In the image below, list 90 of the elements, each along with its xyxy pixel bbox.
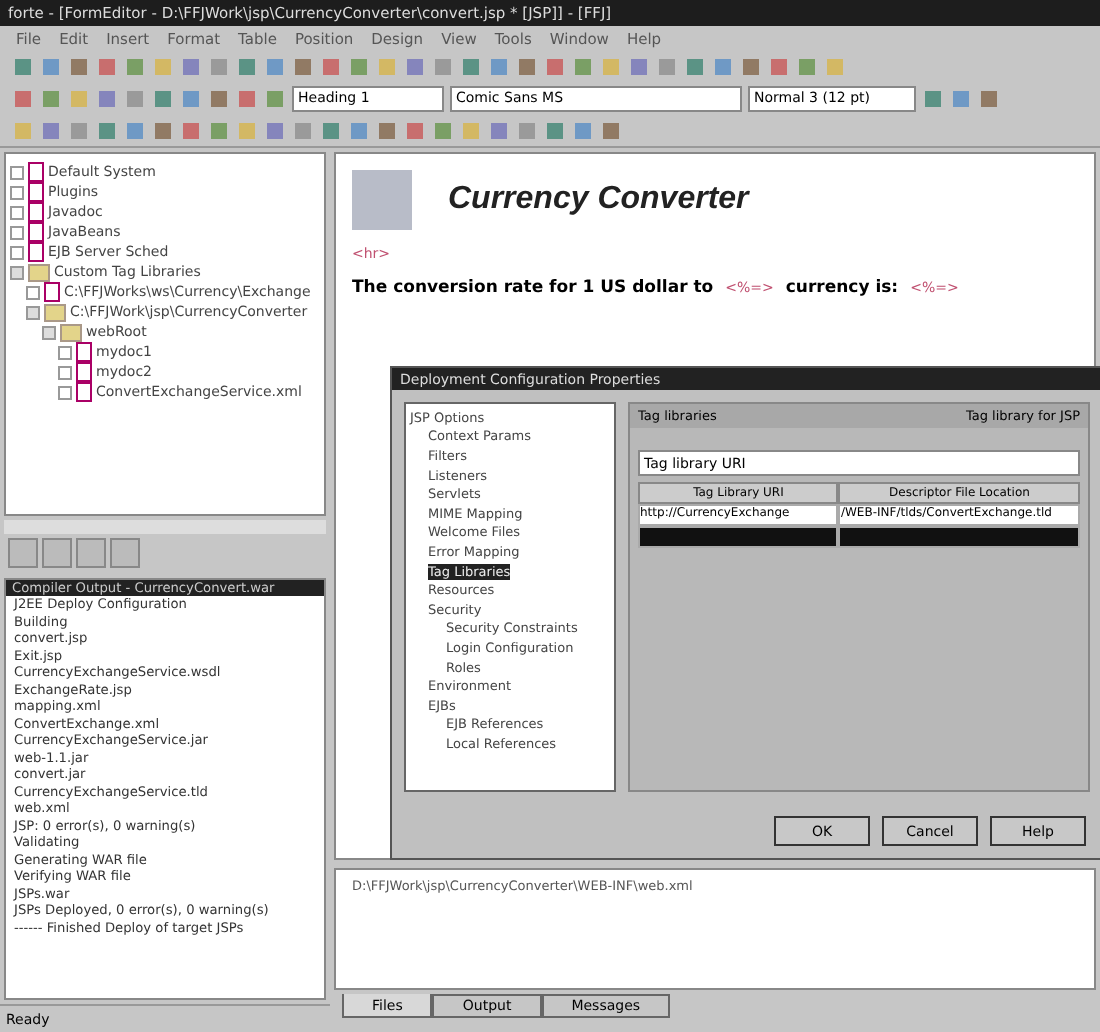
toolbar-icon[interactable] xyxy=(320,119,342,141)
folder-icon xyxy=(44,303,66,321)
image-placeholder xyxy=(352,170,412,230)
folder-icon xyxy=(60,323,82,341)
toolbar-icon[interactable] xyxy=(516,119,538,141)
toolbar-icon[interactable] xyxy=(208,87,230,109)
expander-icon[interactable] xyxy=(26,305,40,319)
toolbar-icon[interactable] xyxy=(40,87,62,109)
expander-icon[interactable] xyxy=(26,285,40,299)
panel-tab-icon[interactable] xyxy=(76,538,106,568)
toolbar-icon[interactable] xyxy=(628,55,650,77)
toolbar-icon[interactable] xyxy=(152,55,174,77)
expander-icon[interactable] xyxy=(10,265,24,279)
toolbar-icon[interactable] xyxy=(236,87,258,109)
toolbar-icon[interactable] xyxy=(180,119,202,141)
toolbar-icon[interactable] xyxy=(152,87,174,109)
toolbar-icon[interactable] xyxy=(404,119,426,141)
toolbar-icon[interactable] xyxy=(264,87,286,109)
toolbar-icon[interactable] xyxy=(124,87,146,109)
toolbar-icon[interactable] xyxy=(950,87,972,109)
table-cell[interactable] xyxy=(638,526,839,548)
toolbar-icon[interactable] xyxy=(768,55,790,77)
toolbar-icon[interactable] xyxy=(572,55,594,77)
toolbar-icon[interactable] xyxy=(684,55,706,77)
toolbar-icon[interactable] xyxy=(600,55,622,77)
toolbar-icon[interactable] xyxy=(460,119,482,141)
toolbar-icon[interactable] xyxy=(12,87,34,109)
toolbar-icon[interactable] xyxy=(376,55,398,77)
toolbar-icon[interactable] xyxy=(572,119,594,141)
expander-icon[interactable] xyxy=(10,245,24,259)
toolbar-icon[interactable] xyxy=(12,119,34,141)
panel-tab-icon[interactable] xyxy=(8,538,38,568)
toolbar-icon[interactable] xyxy=(320,55,342,77)
toolbar-icon[interactable] xyxy=(292,119,314,141)
toolbar-icon[interactable] xyxy=(236,55,258,77)
folder-icon xyxy=(28,263,50,281)
table-cell[interactable] xyxy=(838,526,1080,548)
toolbar-icon[interactable] xyxy=(922,87,944,109)
toolbar-icon[interactable] xyxy=(96,119,118,141)
toolbar-icon[interactable] xyxy=(656,55,678,77)
toolbar-icon[interactable] xyxy=(292,55,314,77)
toolbar-icon[interactable] xyxy=(12,55,34,77)
toolbar-icon[interactable] xyxy=(40,119,62,141)
toolbar-icon[interactable] xyxy=(544,55,566,77)
toolbar-icon[interactable] xyxy=(208,119,230,141)
toolbar-icon[interactable] xyxy=(460,55,482,77)
toolbar-icon[interactable] xyxy=(488,55,510,77)
sentence-text: The conversion rate for 1 US dollar to xyxy=(352,278,714,298)
expander-icon[interactable] xyxy=(58,385,72,399)
panel-tab-icon[interactable] xyxy=(110,538,140,568)
toolbar-icon[interactable] xyxy=(544,119,566,141)
toolbar-icon[interactable] xyxy=(376,119,398,141)
sentence-text: currency is: xyxy=(785,278,899,298)
expander-icon[interactable] xyxy=(58,345,72,359)
toolbar-icon[interactable] xyxy=(124,55,146,77)
toolbar-icon[interactable] xyxy=(152,119,174,141)
expander-icon[interactable] xyxy=(58,365,72,379)
toolbar-icon[interactable] xyxy=(208,55,230,77)
toolbar-icon[interactable] xyxy=(180,55,202,77)
expander-icon[interactable] xyxy=(10,165,24,179)
toolbar-icon[interactable] xyxy=(712,55,734,77)
toolbar-icon[interactable] xyxy=(236,119,258,141)
toolbar-icon[interactable] xyxy=(40,55,62,77)
toolbar-icon[interactable] xyxy=(96,55,118,77)
page-heading: Currency Converter xyxy=(448,182,749,218)
toolbar-icon[interactable] xyxy=(68,55,90,77)
toolbar-icon[interactable] xyxy=(124,119,146,141)
panel-tab-icon[interactable] xyxy=(42,538,72,568)
toolbar-icon[interactable] xyxy=(824,55,846,77)
expander-icon[interactable] xyxy=(10,185,24,199)
toolbar-icon[interactable] xyxy=(432,55,454,77)
toolbar-icon[interactable] xyxy=(516,55,538,77)
toolbar-icon[interactable] xyxy=(404,55,426,77)
toolbar-icon[interactable] xyxy=(348,119,370,141)
toolbar-icon[interactable] xyxy=(68,87,90,109)
toolbar-icon[interactable] xyxy=(96,87,118,109)
toolbar-icon[interactable] xyxy=(432,119,454,141)
toolbar-icon[interactable] xyxy=(348,55,370,77)
toolbar-icon[interactable] xyxy=(796,55,818,77)
toolbar-icon[interactable] xyxy=(180,87,202,109)
toolbar-icon[interactable] xyxy=(488,119,510,141)
expander-icon[interactable] xyxy=(10,225,24,239)
toolbar-icon[interactable] xyxy=(68,119,90,141)
expander-icon[interactable] xyxy=(10,205,24,219)
expander-icon[interactable] xyxy=(42,325,56,339)
toolbar-icon[interactable] xyxy=(600,119,622,141)
toolbar-icon[interactable] xyxy=(264,119,286,141)
toolbar-icon[interactable] xyxy=(978,87,1000,109)
toolbar-icon[interactable] xyxy=(740,55,762,77)
toolbar-icon[interactable] xyxy=(264,55,286,77)
